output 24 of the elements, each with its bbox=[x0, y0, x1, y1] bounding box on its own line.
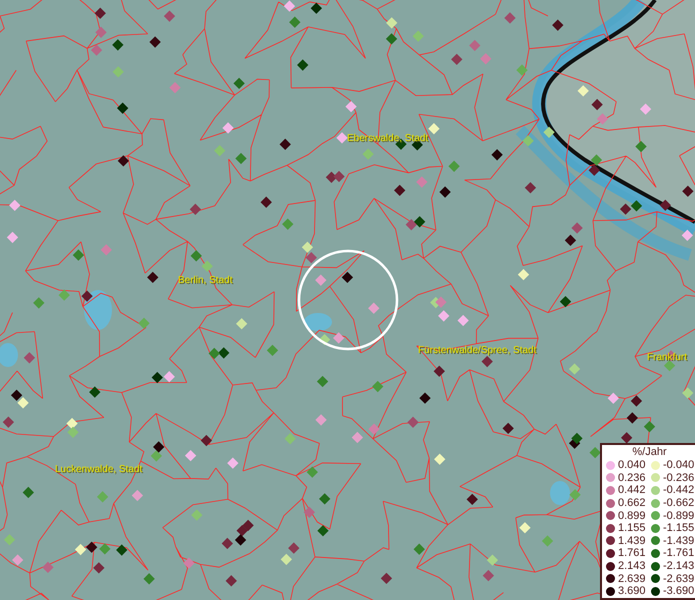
legend-value: 1.761 bbox=[618, 547, 647, 560]
legend-value: 1.439 bbox=[618, 534, 647, 547]
legend-value: -1.761 bbox=[663, 547, 695, 560]
legend-value: 0.662 bbox=[618, 497, 647, 510]
legend-value: -0.662 bbox=[663, 497, 695, 510]
legend-value: -0.040 bbox=[663, 459, 695, 472]
legend-value: -0.442 bbox=[663, 484, 695, 496]
legend-value: 0.899 bbox=[618, 510, 647, 522]
legend-value: 1.155 bbox=[618, 522, 647, 534]
legend-value: 0.236 bbox=[618, 472, 647, 484]
legend-value: 0.442 bbox=[618, 484, 647, 496]
legend-value: -0.236 bbox=[663, 472, 695, 484]
legend-value: -1.439 bbox=[663, 534, 695, 547]
legend-value: -2.639 bbox=[663, 572, 695, 585]
legend-value: -0.899 bbox=[663, 510, 695, 522]
legend-value: 0.040 bbox=[618, 459, 647, 472]
legend-value: 2.143 bbox=[618, 560, 647, 572]
legend-value: -1.155 bbox=[663, 522, 695, 534]
legend-value: -2.143 bbox=[663, 560, 695, 572]
legend-value: -3.690 bbox=[663, 585, 695, 598]
place-label: Frankfurt bbox=[647, 352, 688, 363]
legend-value: 3.690 bbox=[618, 585, 647, 598]
legend-value: 2.639 bbox=[618, 572, 647, 585]
legend-title: %/Jahr bbox=[631, 445, 668, 459]
